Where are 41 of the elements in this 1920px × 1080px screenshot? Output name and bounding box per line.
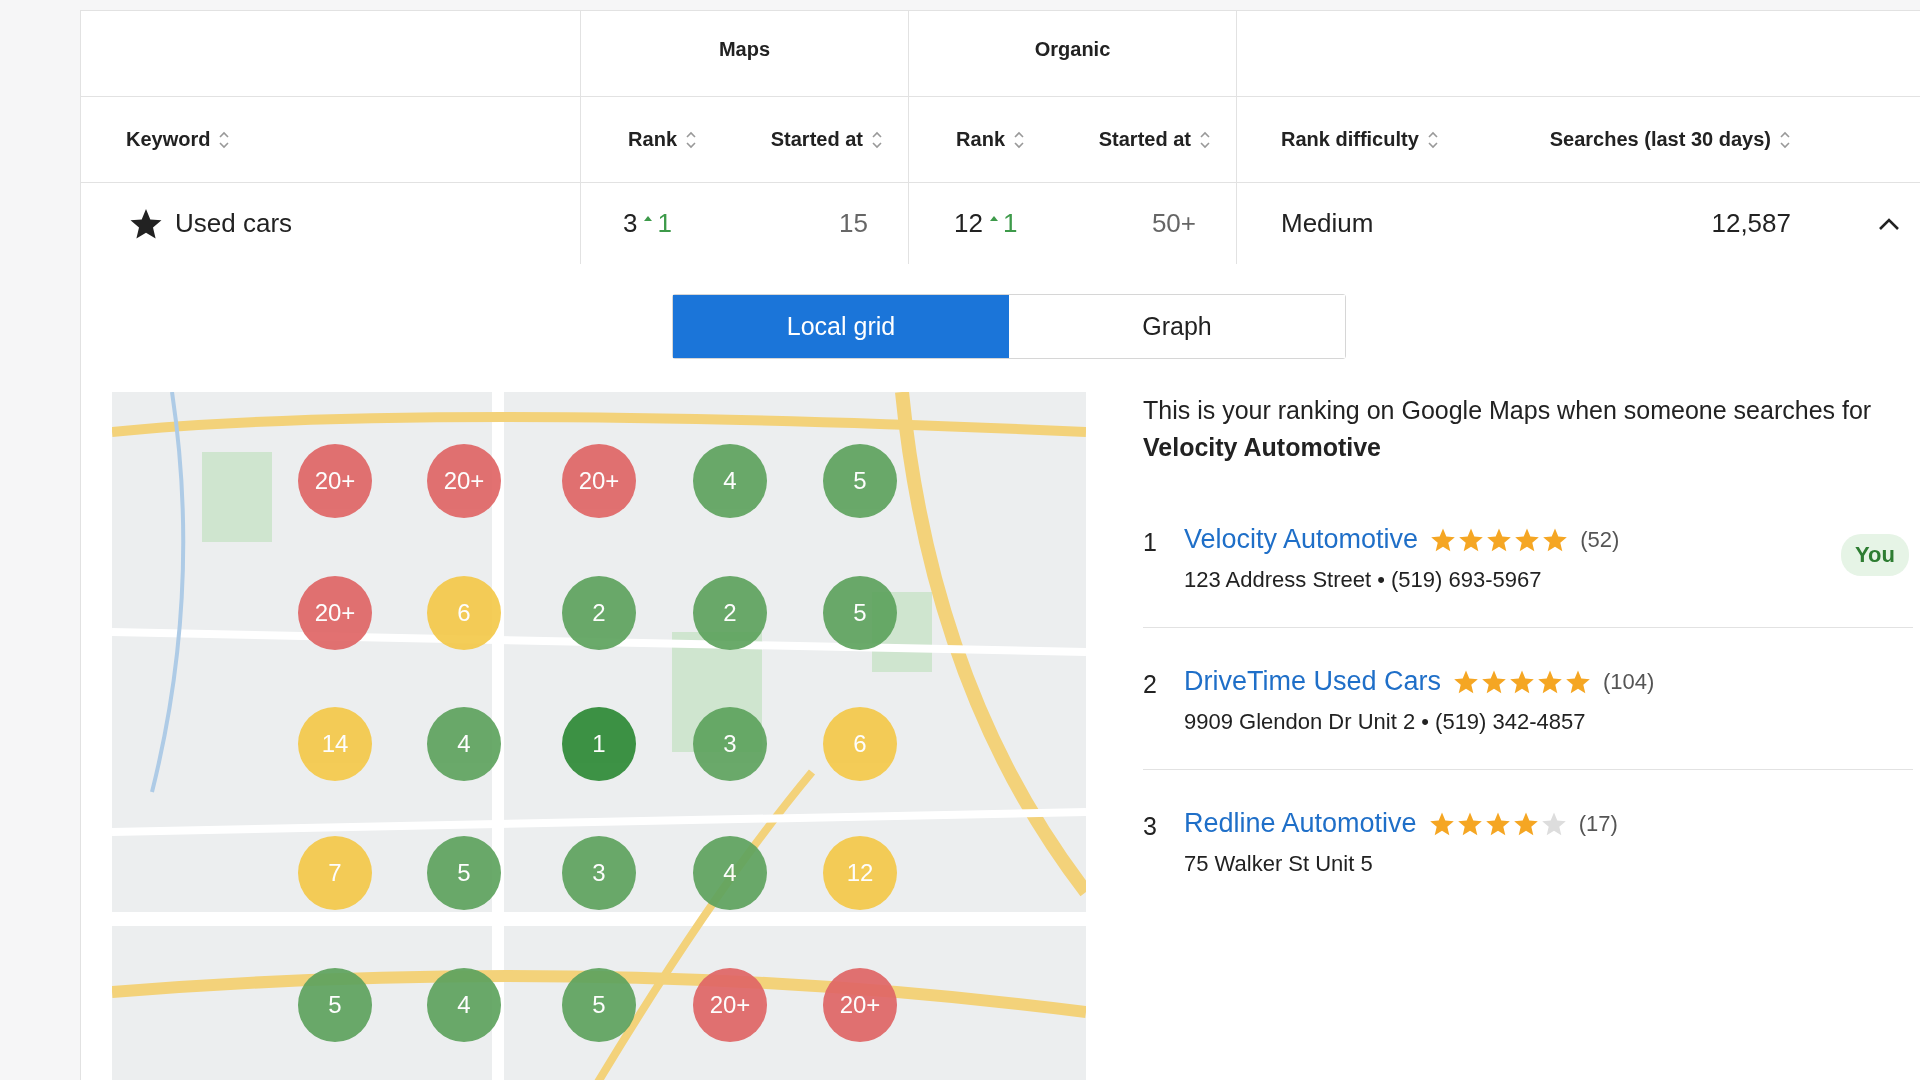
column-header[interactable]: Rank [628, 128, 677, 151]
sort-icon [1013, 129, 1025, 150]
group-header: Maps [718, 38, 771, 61]
result-position: 1 [1143, 527, 1158, 557]
difficulty-value: Medium [1281, 208, 1374, 239]
description-text: This is your ranking on Google Maps when someone searches for Velocity Automotive [1143, 395, 1873, 463]
sort-icon [685, 129, 697, 150]
keyword-text: Used cars [175, 208, 293, 239]
started-value: 50+ [1151, 208, 1196, 239]
rank-value: 12 [954, 208, 983, 239]
searches-value: 12,587 [1711, 208, 1791, 239]
rank-change: 1 [657, 208, 672, 239]
result-position: 3 [1143, 811, 1158, 841]
column-header[interactable]: Started at [770, 128, 863, 151]
review-count: (104) [1603, 668, 1655, 695]
you-badge: You [1841, 534, 1909, 576]
address-text: 123 Address Street • (519) 693-5967 [1184, 567, 1543, 593]
result-position: 2 [1143, 669, 1158, 699]
sort-icon [1199, 129, 1211, 150]
business-link[interactable]: Redline Automotive [1184, 808, 1417, 839]
column-header[interactable]: Keyword [126, 128, 211, 151]
address-text: 9909 Glendon Dr Unit 2 • (519) 342-4857 [1184, 709, 1587, 735]
business-link[interactable]: DriveTime Used Cars [1184, 666, 1442, 697]
sort-icon [1426, 129, 1439, 150]
sort-icon [871, 129, 883, 150]
sort-icon [218, 129, 231, 150]
column-header[interactable]: Started at [1098, 128, 1191, 151]
column-header[interactable]: Searches (last 30 days) [1549, 128, 1771, 151]
rank-value: 3 [623, 208, 638, 239]
rank-change: 1 [1002, 208, 1018, 239]
group-header: Organic [1034, 38, 1111, 61]
started-value: 15 [839, 208, 868, 239]
business-link[interactable]: Velocity Automotive [1184, 524, 1419, 555]
sort-icon [1779, 129, 1791, 150]
review-count: (52) [1580, 526, 1620, 553]
chevron-icon[interactable] [1878, 216, 1900, 231]
view-tab[interactable]: Local grid [673, 295, 1009, 358]
column-header[interactable]: Rank difficulty [1281, 128, 1419, 151]
column-header[interactable]: Rank [956, 128, 1005, 151]
review-count: (17) [1578, 810, 1618, 837]
address-text: 75 Walker St Unit 5 [1184, 851, 1374, 877]
